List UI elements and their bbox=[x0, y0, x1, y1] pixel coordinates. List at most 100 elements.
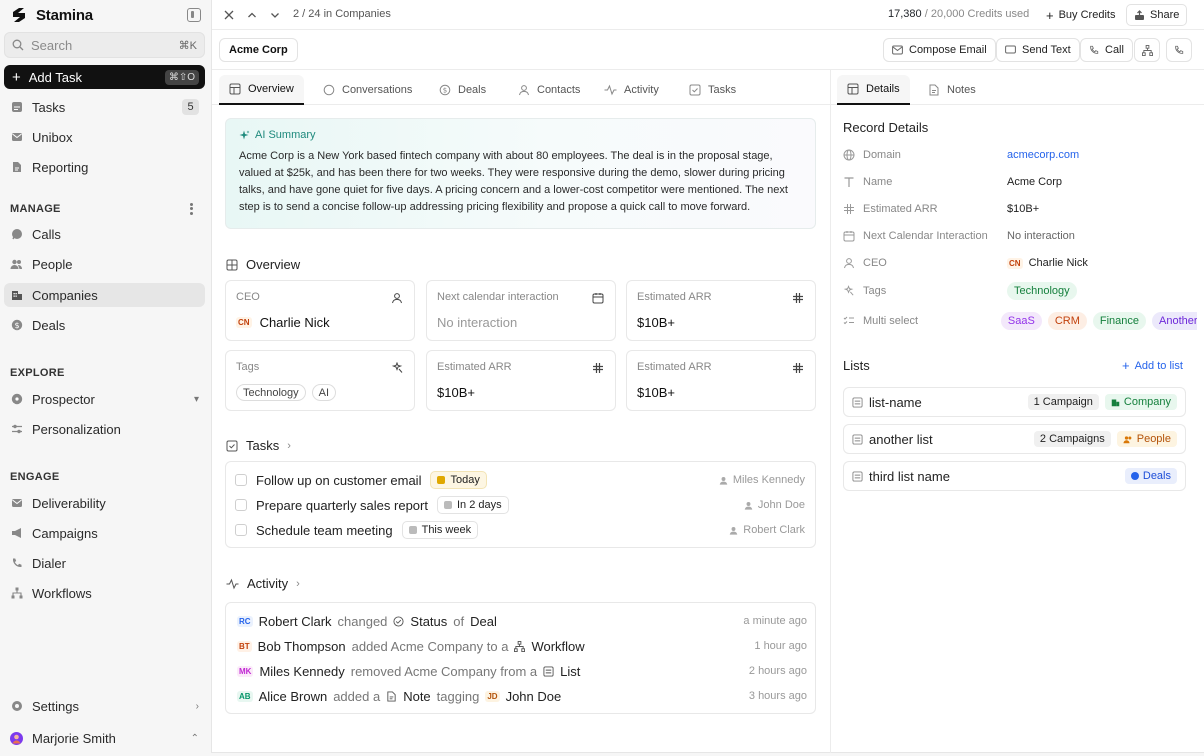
due-badge: Today bbox=[430, 471, 487, 489]
detail-value[interactable]: CN Charlie Nick bbox=[1007, 257, 1088, 269]
brand[interactable]: Stamina bbox=[10, 6, 93, 24]
sidebar-item-deliverability[interactable]: Deliverability bbox=[4, 491, 205, 515]
buy-credits-button[interactable]: + Buy Credits bbox=[1042, 4, 1119, 26]
task-checkbox[interactable] bbox=[235, 499, 247, 511]
sidebar-item-people[interactable]: People bbox=[4, 252, 205, 276]
sidebar-item-deals[interactable]: $ Deals bbox=[4, 313, 205, 337]
detail-value[interactable]: SaaS CRM Finance Another bbox=[1000, 312, 1197, 330]
overview-card-estimated-arr-3[interactable]: Estimated ARR $10B+ bbox=[626, 350, 816, 411]
caret-down-icon[interactable]: ▾ bbox=[194, 394, 199, 405]
activity-target[interactable]: John Doe bbox=[506, 689, 562, 704]
sidebar-item-tasks[interactable]: Tasks 5 bbox=[4, 95, 205, 119]
activity-heading[interactable]: Activity › bbox=[226, 576, 300, 591]
sidebar-item-calls[interactable]: Calls bbox=[4, 222, 205, 246]
chevron-down-icon[interactable] bbox=[268, 8, 282, 22]
tag-chip[interactable]: Technology bbox=[236, 384, 306, 401]
sidebar-item-prospector[interactable]: Prospector ▾ bbox=[4, 387, 205, 411]
option-chip[interactable]: Finance bbox=[1092, 312, 1147, 330]
tag-chip[interactable]: AI bbox=[311, 384, 337, 401]
task-checkbox[interactable] bbox=[235, 474, 247, 486]
sidebar-item-reporting[interactable]: Reporting bbox=[4, 155, 205, 179]
overview-card-ceo[interactable]: CEO CN Charlie Nick bbox=[225, 280, 415, 341]
sidebar-collapse-icon[interactable] bbox=[187, 8, 201, 22]
option-chip[interactable]: CRM bbox=[1047, 312, 1087, 330]
activity-icon bbox=[226, 578, 239, 590]
detail-label: Estimated ARR bbox=[843, 203, 1007, 215]
overview-card-estimated-arr-2[interactable]: Estimated ARR $10B+ bbox=[426, 350, 616, 411]
activity-actor[interactable]: Robert Clark bbox=[259, 614, 332, 629]
activity-object[interactable]: Workflow bbox=[531, 639, 584, 654]
chevron-right-icon[interactable]: › bbox=[196, 701, 199, 712]
compose-email-button[interactable]: Compose Email bbox=[883, 38, 996, 62]
chevron-updown-icon[interactable]: ⌃ bbox=[191, 733, 199, 744]
sidebar-item-companies[interactable]: Companies bbox=[4, 283, 205, 307]
tab-notes[interactable]: Notes bbox=[918, 75, 986, 105]
sidebar-item-dialer[interactable]: Dialer bbox=[4, 551, 205, 575]
phone-icon[interactable] bbox=[1166, 38, 1192, 62]
detail-value[interactable]: $10B+ bbox=[1007, 203, 1039, 215]
detail-value[interactable]: Technology bbox=[1007, 282, 1077, 300]
tab-tasks[interactable]: Tasks bbox=[679, 75, 746, 105]
search-input[interactable]: Search ⌘K bbox=[4, 32, 205, 58]
tab-label: Overview bbox=[248, 83, 294, 95]
workflow-icon[interactable] bbox=[1134, 38, 1160, 62]
report-icon bbox=[10, 161, 23, 174]
detail-label: CEO bbox=[843, 257, 1007, 269]
overview-card-tags[interactable]: Tags Technology AI bbox=[225, 350, 415, 411]
sidebar-item-campaigns[interactable]: Campaigns bbox=[4, 521, 205, 545]
sidebar-item-settings[interactable]: Settings › bbox=[4, 694, 205, 718]
activity-target[interactable]: Deal bbox=[470, 614, 497, 629]
option-chip[interactable]: Another bbox=[1152, 312, 1197, 330]
due-label: This week bbox=[421, 524, 472, 536]
sidebar-item-unibox[interactable]: Unibox bbox=[4, 125, 205, 149]
share-button[interactable]: Share bbox=[1126, 4, 1188, 26]
activity-time: 2 hours ago bbox=[748, 665, 807, 677]
close-icon[interactable] bbox=[222, 8, 236, 22]
tab-details[interactable]: Details bbox=[837, 75, 910, 105]
sidebar-item-personalization[interactable]: Personalization bbox=[4, 417, 205, 441]
status-icon bbox=[393, 615, 404, 627]
tab-deals[interactable]: $ Deals bbox=[429, 75, 496, 105]
option-chip[interactable]: SaaS bbox=[1000, 312, 1042, 330]
task-row[interactable]: Follow up on customer email Today Miles … bbox=[235, 471, 805, 489]
domain-link[interactable]: acmecorp.com bbox=[1007, 149, 1079, 161]
sidebar-item-label: Personalization bbox=[32, 421, 121, 437]
building-icon bbox=[1111, 398, 1120, 407]
overview-card-next-calendar[interactable]: Next calendar interaction No interaction bbox=[426, 280, 616, 341]
credits-usage: 17,380 / 20,000 Credits used bbox=[888, 8, 1029, 20]
chevron-up-icon[interactable] bbox=[245, 8, 259, 22]
detail-value[interactable]: No interaction bbox=[1007, 230, 1075, 242]
task-checkbox[interactable] bbox=[235, 524, 247, 536]
tab-label: Tasks bbox=[708, 84, 737, 96]
sidebar-item-workflows[interactable]: Workflows bbox=[4, 581, 205, 605]
tasks-heading[interactable]: Tasks › bbox=[226, 438, 291, 453]
list-card[interactable]: third list name Deals bbox=[843, 461, 1186, 491]
call-button[interactable]: Call bbox=[1080, 38, 1133, 62]
panel-divider bbox=[830, 69, 831, 753]
add-to-list-button[interactable]: + Add to list bbox=[1122, 358, 1183, 373]
manage-more-icon[interactable] bbox=[186, 202, 196, 216]
add-task-button[interactable]: + Add Task ⌘⇧O bbox=[4, 65, 205, 89]
activity-actor[interactable]: Miles Kennedy bbox=[259, 664, 344, 679]
record-name-chip[interactable]: Acme Corp bbox=[219, 38, 298, 62]
text-icon bbox=[843, 176, 855, 188]
tab-activity[interactable]: Activity bbox=[594, 75, 669, 105]
task-row[interactable]: Schedule team meeting This week Robert C… bbox=[235, 521, 805, 539]
task-row[interactable]: Prepare quarterly sales report In 2 days… bbox=[235, 496, 805, 514]
activity-object[interactable]: List bbox=[560, 664, 580, 679]
plus-icon: + bbox=[1046, 7, 1054, 23]
tab-overview[interactable]: Overview bbox=[219, 75, 304, 105]
tab-conversations[interactable]: Conversations bbox=[313, 75, 422, 105]
ceo-name: Charlie Nick bbox=[259, 315, 330, 330]
send-text-button[interactable]: Send Text bbox=[996, 38, 1080, 62]
detail-value[interactable]: Acme Corp bbox=[1007, 176, 1062, 188]
list-card[interactable]: list-name 1 Campaign Company bbox=[843, 387, 1186, 417]
tab-contacts[interactable]: Contacts bbox=[508, 75, 590, 105]
list-card[interactable]: another list 2 Campaigns People bbox=[843, 424, 1186, 454]
overview-card-estimated-arr[interactable]: Estimated ARR $10B+ bbox=[626, 280, 816, 341]
activity-object[interactable]: Note bbox=[403, 689, 430, 704]
activity-actor[interactable]: Alice Brown bbox=[259, 689, 328, 704]
user-menu[interactable]: Marjorie Smith ⌃ bbox=[4, 726, 205, 750]
activity-actor[interactable]: Bob Thompson bbox=[258, 639, 346, 654]
tag-chip[interactable]: Technology bbox=[1007, 282, 1077, 300]
